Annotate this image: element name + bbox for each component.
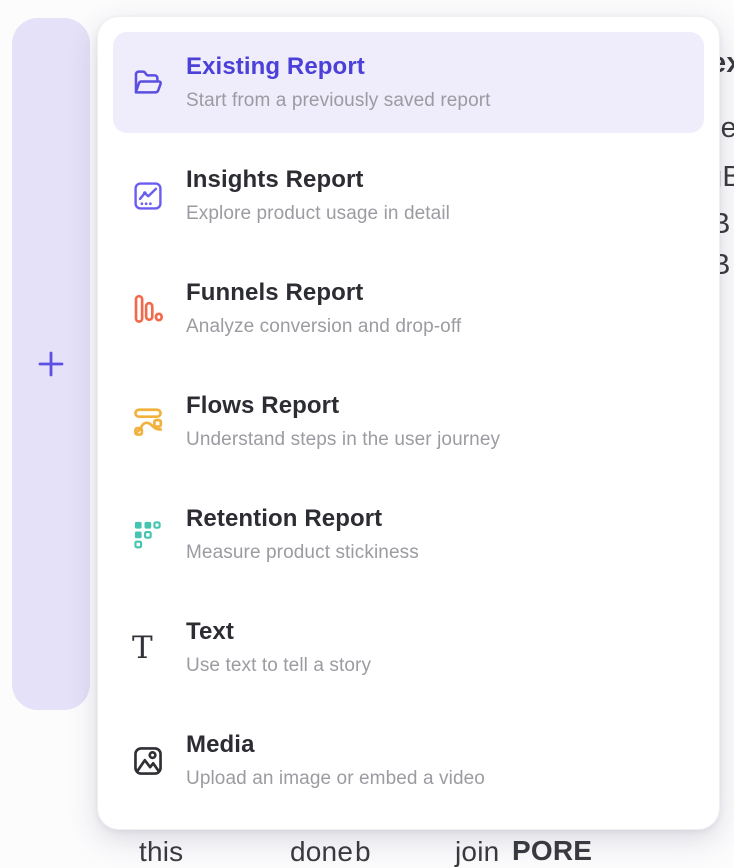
menu-item-subtitle: Start from a previously saved report: [186, 90, 491, 112]
menu-item-title: Existing Report: [186, 53, 491, 81]
menu-item-title: Media: [186, 731, 485, 759]
insights-chart-icon: [132, 180, 186, 212]
funnel-bars-icon: [132, 293, 186, 325]
folder-open-icon: [132, 67, 186, 99]
background-text-fragment: PORE: [512, 835, 592, 867]
menu-item-title: Flows Report: [186, 392, 500, 420]
menu-item-subtitle: Measure product stickiness: [186, 542, 419, 564]
background-text-fragment: this: [139, 836, 183, 868]
menu-item-existing-report[interactable]: Existing Report Start from a previously …: [113, 32, 704, 133]
background-text-fragment: done: [290, 836, 353, 868]
menu-item-media[interactable]: Media Upload an image or embed a video: [113, 710, 704, 811]
flows-icon: [132, 406, 186, 438]
text-icon: T: [132, 633, 186, 663]
retention-grid-icon: [132, 519, 186, 551]
menu-item-insights-report[interactable]: Insights Report Explore product usage in…: [113, 145, 704, 246]
board-add-rail[interactable]: [12, 18, 90, 710]
menu-item-title: Insights Report: [186, 166, 450, 194]
background-text-fragment: join: [455, 836, 499, 868]
plus-icon: [35, 348, 67, 380]
menu-item-flows-report[interactable]: Flows Report Understand steps in the use…: [113, 371, 704, 472]
menu-item-title: Retention Report: [186, 505, 419, 533]
menu-item-retention-report[interactable]: Retention Report Measure product stickin…: [113, 484, 704, 585]
menu-item-funnels-report[interactable]: Funnels Report Analyze conversion and dr…: [113, 258, 704, 359]
media-image-icon: [132, 745, 186, 777]
menu-item-subtitle: Analyze conversion and drop-off: [186, 316, 461, 338]
add-item-button[interactable]: [34, 347, 68, 381]
background-text-fragment: b: [355, 836, 371, 868]
menu-item-subtitle: Understand steps in the user journey: [186, 429, 500, 451]
menu-item-subtitle: Explore product usage in detail: [186, 203, 450, 225]
menu-item-subtitle: Use text to tell a story: [186, 655, 371, 677]
menu-item-text[interactable]: T Text Use text to tell a story: [113, 597, 704, 698]
menu-item-title: Funnels Report: [186, 279, 461, 307]
add-to-board-popover: Existing Report Start from a previously …: [97, 16, 720, 830]
menu-item-subtitle: Upload an image or embed a video: [186, 768, 485, 790]
menu-item-title: Text: [186, 618, 371, 646]
